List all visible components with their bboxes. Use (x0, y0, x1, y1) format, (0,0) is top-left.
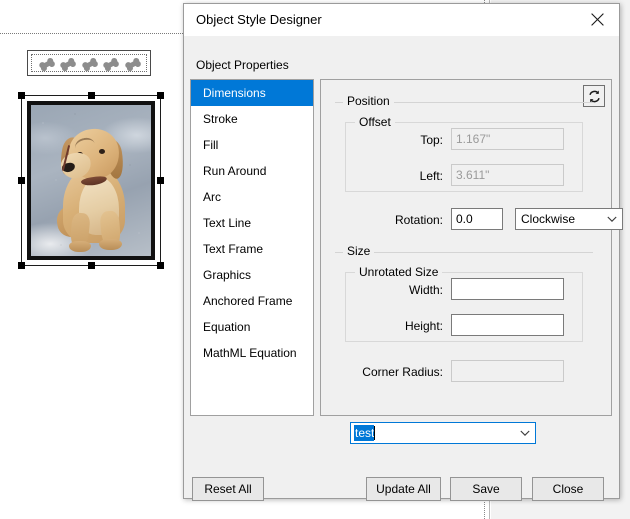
reset-all-button[interactable]: Reset All (192, 477, 264, 501)
chevron-down-icon (602, 216, 622, 223)
property-item-equation[interactable]: Equation (191, 314, 313, 340)
bone-glyph (80, 56, 97, 71)
unrotated-size-legend: Unrotated Size (355, 265, 443, 279)
rotation-direction-value: Clockwise (521, 212, 576, 226)
selection-handle-e[interactable] (157, 177, 164, 184)
top-offset-field[interactable]: 1.167" (451, 128, 564, 150)
left-label: Left: (419, 169, 443, 183)
rotation-label: Rotation: (394, 213, 443, 227)
selection-handle-se[interactable] (157, 262, 164, 269)
dialog-body: Object Properties Dimensions Stroke Fill… (184, 36, 623, 501)
dialog-title: Object Style Designer (196, 12, 322, 27)
object-style-designer-dialog[interactable]: Object Style Designer Object Properties … (183, 3, 623, 501)
refresh-icon[interactable] (583, 85, 605, 107)
selection-handle-s[interactable] (88, 262, 95, 269)
corner-radius-field[interactable] (451, 360, 564, 382)
image-frame (27, 101, 155, 260)
height-label: Height: (404, 319, 443, 333)
rotation-field[interactable]: 0.0 (451, 208, 503, 230)
close-button-bottom[interactable]: Close (532, 477, 604, 501)
object-style-input[interactable]: test (350, 422, 536, 444)
property-item-anchored-frame[interactable]: Anchored Frame (191, 288, 313, 314)
bone-glyph (37, 56, 54, 71)
selection-handle-ne[interactable] (157, 92, 164, 99)
puppy-photo (31, 105, 151, 256)
width-field[interactable] (451, 278, 564, 300)
property-item-dimensions[interactable]: Dimensions (191, 80, 313, 106)
property-item-stroke[interactable]: Stroke (191, 106, 313, 132)
selection-handle-w[interactable] (18, 177, 25, 184)
save-button[interactable]: Save (450, 477, 522, 501)
selection-handle-n[interactable] (88, 92, 95, 99)
position-group-legend: Position (343, 94, 394, 108)
property-item-graphics[interactable]: Graphics (191, 262, 313, 288)
width-label: Width: (408, 283, 443, 297)
property-item-text-line[interactable]: Text Line (191, 210, 313, 236)
size-group-legend: Size (343, 244, 375, 258)
selection-handle-sw[interactable] (18, 262, 25, 269)
rotation-direction-select[interactable]: Clockwise (515, 208, 623, 230)
left-offset-field[interactable]: 3.611" (451, 164, 564, 186)
close-icon[interactable] (575, 4, 619, 35)
selected-image-object[interactable] (18, 92, 164, 269)
object-style-value: test (354, 425, 375, 441)
object-properties-label: Object Properties (196, 58, 289, 72)
property-item-arc[interactable]: Arc (191, 184, 313, 210)
height-field[interactable] (451, 314, 564, 336)
chevron-down-icon[interactable] (515, 430, 535, 437)
dimensions-panel: Position Offset Top: 1.167" Left: 3.611"… (320, 79, 623, 416)
text-caret (374, 426, 376, 440)
bone-glyph (123, 56, 140, 71)
property-item-text-frame[interactable]: Text Frame (191, 236, 313, 262)
property-item-run-around[interactable]: Run Around (191, 158, 313, 184)
corner-radius-label: Corner Radius: (362, 365, 443, 379)
top-label: Top: (420, 133, 443, 147)
bone-text-frame[interactable] (27, 50, 151, 76)
offset-group-legend: Offset (355, 115, 395, 129)
bone-glyph (102, 56, 119, 71)
text-flow-border (31, 54, 147, 72)
update-all-button[interactable]: Update All (366, 477, 441, 501)
bone-glyph (59, 56, 76, 71)
selection-handle-nw[interactable] (18, 92, 25, 99)
property-item-fill[interactable]: Fill (191, 132, 313, 158)
dialog-title-bar[interactable]: Object Style Designer (184, 4, 619, 36)
property-category-list[interactable]: Dimensions Stroke Fill Run Around Arc Te… (190, 79, 314, 416)
property-item-mathml-equation[interactable]: MathML Equation (191, 340, 313, 366)
